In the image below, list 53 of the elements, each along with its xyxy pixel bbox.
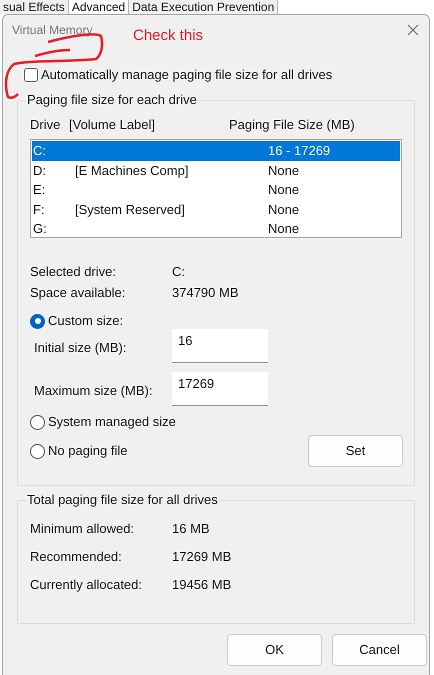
field-label: Maximum size (MB): bbox=[34, 382, 154, 400]
paging-size: None bbox=[268, 220, 300, 238]
close-icon[interactable] bbox=[407, 24, 419, 36]
info-value: C: bbox=[172, 263, 185, 282]
total-label: Currently allocated: bbox=[30, 576, 143, 594]
column-header: Drive bbox=[30, 116, 62, 134]
paging-size: 16 - 17269 bbox=[268, 142, 330, 160]
total-label: Minimum allowed: bbox=[30, 520, 136, 538]
radio-button[interactable] bbox=[30, 444, 45, 458]
drive-row[interactable]: D: [E Machines Comp] None bbox=[32, 160, 400, 180]
drive-letter: D: bbox=[33, 162, 47, 180]
tab[interactable]: sual Effects bbox=[0, 0, 69, 14]
paging-size: None bbox=[268, 162, 300, 180]
checkbox[interactable] bbox=[24, 68, 38, 82]
info-label: Space available: bbox=[30, 284, 126, 302]
info-value: 374790 MB bbox=[172, 284, 238, 302]
window-title: Virtual Memory bbox=[12, 22, 92, 39]
field-label: Initial size (MB): bbox=[34, 338, 128, 357]
input-field[interactable]: 16 bbox=[172, 329, 268, 363]
column-header: [Volume Label] bbox=[69, 116, 156, 134]
radio-label: System managed size bbox=[48, 413, 176, 432]
total-value: 17269 MB bbox=[172, 548, 232, 566]
volume-label: [E Machines Comp] bbox=[75, 162, 188, 178]
drive-row[interactable]: F: [System Reserved] None bbox=[32, 200, 400, 219]
drive-letter: C: bbox=[33, 142, 47, 160]
radio-label: Custom size: bbox=[48, 312, 124, 330]
drive-letter: E: bbox=[33, 181, 46, 199]
input-field[interactable]: 17269 bbox=[172, 372, 268, 406]
radio-button[interactable] bbox=[30, 414, 45, 430]
checkbox-label: Automatically manage paging file size for all drives bbox=[41, 66, 332, 84]
paging-size: None bbox=[268, 200, 300, 218]
total-value: 16 MB bbox=[172, 520, 210, 538]
total-value: 19456 MB bbox=[172, 576, 232, 594]
tab[interactable]: Data Execution Prevention bbox=[129, 0, 278, 14]
drive-row[interactable]: E: None bbox=[32, 180, 400, 200]
volume-label: [System Reserved] bbox=[75, 202, 185, 216]
dialog-button[interactable]: Cancel bbox=[332, 634, 427, 666]
paging-size: None bbox=[268, 181, 300, 199]
info-label: Selected drive: bbox=[30, 263, 117, 282]
radio-label: No paging file bbox=[48, 442, 128, 460]
dialog-button[interactable]: OK bbox=[227, 634, 322, 666]
radio-button[interactable] bbox=[30, 314, 45, 328]
drive-row[interactable]: C: 16 - 17269 bbox=[32, 141, 400, 160]
column-header: Paging File Size (MB) bbox=[229, 116, 355, 134]
group-title: Total paging file size for all drives bbox=[26, 492, 219, 508]
drive-row[interactable]: G: None bbox=[32, 219, 400, 238]
group-title: Paging file size for each drive bbox=[26, 92, 198, 108]
tab[interactable]: Advanced bbox=[68, 0, 130, 14]
annotation-text: Check this bbox=[133, 26, 204, 46]
drive-letter: G: bbox=[33, 220, 48, 238]
set-button[interactable]: Set bbox=[308, 435, 403, 467]
total-label: Recommended: bbox=[30, 548, 123, 566]
drive-letter: F: bbox=[33, 200, 46, 218]
